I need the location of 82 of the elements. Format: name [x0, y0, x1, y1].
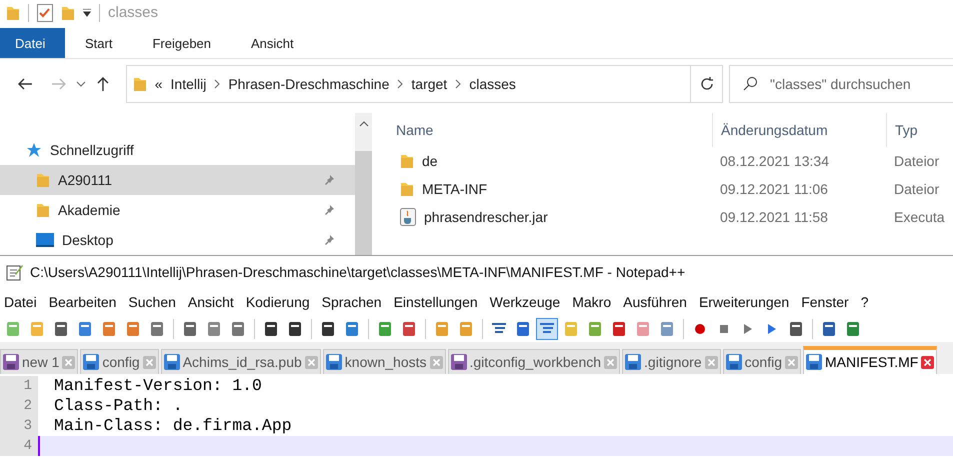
code-line: Manifest-Version: 1.0	[53, 376, 262, 396]
line-number: 2	[0, 396, 38, 416]
menu-item[interactable]: ?	[860, 294, 874, 310]
search-icon	[742, 76, 758, 92]
ribbon-tab[interactable]: Ansicht	[231, 28, 314, 58]
pin-icon[interactable]	[323, 204, 335, 216]
chevron-right-icon[interactable]	[397, 79, 404, 90]
indent-guide-icon[interactable]	[539, 322, 555, 336]
file-name[interactable]: phrasendrescher.jar	[424, 208, 548, 225]
document-tab[interactable]: new 1	[0, 349, 78, 374]
document-tab[interactable]: MANIFEST.MF	[802, 346, 938, 374]
back-icon[interactable]	[17, 77, 33, 92]
chevron-down-icon[interactable]	[76, 81, 86, 88]
menu-item[interactable]: Datei	[4, 294, 42, 310]
file-type: Dateior	[893, 152, 940, 169]
up-icon[interactable]	[94, 77, 111, 92]
sidebar-item[interactable]: Akademie	[0, 194, 355, 225]
menu-item[interactable]: Ansicht	[188, 294, 239, 310]
line-number: 3	[0, 416, 38, 436]
address-bar[interactable]: « Intellij Phrasen-Dreschmaschine target classes	[126, 65, 692, 104]
file-date: 08.12.2021 13:34	[719, 152, 830, 169]
menu-item[interactable]: Bearbeiten	[48, 294, 122, 310]
chevron-right-icon[interactable]	[214, 79, 220, 90]
word-wrap-icon[interactable]	[491, 322, 507, 336]
record-icon[interactable]	[693, 322, 707, 336]
java-file-icon	[400, 208, 416, 226]
dropdown-icon[interactable]	[83, 8, 91, 17]
menu-item[interactable]: Ausführen	[623, 294, 692, 310]
line-number: 1	[0, 376, 38, 396]
ribbon-tab[interactable]: Start	[65, 28, 132, 58]
file-date: 09.12.2021 11:58	[719, 208, 829, 225]
document-tab[interactable]: known_hosts	[322, 349, 446, 374]
sidebar-item[interactable]: A290111	[0, 164, 355, 195]
file-name[interactable]: META-INF	[422, 180, 488, 197]
menu-item[interactable]: Kodierung	[246, 294, 315, 310]
column-header[interactable]: Typ	[886, 112, 953, 147]
editor[interactable]: 1 Manifest-Version: 1.0 2 Class-Path: . 3 Main-Class: de.firma.App 4	[0, 374, 953, 462]
star-icon	[26, 142, 42, 158]
pin-icon[interactable]	[323, 174, 335, 186]
sidebar-header[interactable]: Schnellzugriff	[50, 142, 134, 158]
menu-item[interactable]: Makro	[572, 294, 616, 310]
breadcrumb[interactable]: Phrasen-Dreschmaschine	[228, 76, 390, 92]
breadcrumb[interactable]: target	[411, 76, 448, 92]
column-header[interactable]: Änderungsdatum	[712, 112, 886, 147]
document-tab[interactable]: .gitignore	[622, 349, 721, 374]
menu-item[interactable]: Werkzeuge	[490, 294, 566, 310]
chevron-up-icon[interactable]	[358, 120, 368, 127]
checklist-icon[interactable]	[37, 4, 53, 22]
code-line: Class-Path: .	[53, 396, 183, 416]
refresh-icon[interactable]	[698, 76, 715, 92]
code-line: Main-Class: de.firma.App	[53, 416, 292, 436]
sidebar-item[interactable]: Desktop	[0, 224, 355, 255]
notepad-icon	[6, 263, 24, 281]
file-type: Dateior	[893, 180, 940, 197]
file-date: 09.12.2021 11:06	[719, 180, 829, 197]
indent-guide-button[interactable]	[536, 318, 558, 340]
document-tab[interactable]: config	[80, 349, 159, 374]
menu-item[interactable]: Einstellungen	[394, 294, 483, 310]
document-tab[interactable]: Achims_id_rsa.pub	[160, 349, 321, 374]
menu-item[interactable]: Fenster	[801, 294, 854, 310]
scrollbar[interactable]	[355, 112, 372, 255]
file-name[interactable]: de	[422, 152, 438, 169]
refresh-button[interactable]	[691, 65, 723, 104]
document-tab[interactable]: config	[722, 349, 801, 374]
breadcrumb[interactable]: Intellij	[170, 76, 206, 92]
ribbon-tab[interactable]: Datei	[0, 28, 65, 58]
document-tab[interactable]: .gitconfig_workbench	[448, 349, 620, 374]
ribbon-tab[interactable]: Freigeben	[132, 28, 232, 58]
stop-icon[interactable]	[717, 322, 731, 336]
line-number: 4	[0, 436, 38, 456]
window-title: classes	[108, 4, 158, 22]
window-title: C:\Users\A290111\Intellij\Phrasen-Dreschmaschine\target\classes\META-INF\MANIFEST.MF - Notepad++	[30, 264, 686, 280]
menu-item[interactable]: Suchen	[128, 294, 181, 310]
overflow-chevron[interactable]: «	[154, 76, 163, 92]
pin-icon[interactable]	[323, 234, 335, 246]
menu-item[interactable]: Sprachen	[322, 294, 387, 310]
breadcrumb[interactable]: classes	[469, 76, 516, 92]
file-type: Executa	[893, 208, 946, 225]
menu-item[interactable]: Erweiterungen	[698, 294, 794, 310]
chevron-right-icon[interactable]	[455, 79, 462, 90]
column-header[interactable]: Name	[396, 112, 712, 147]
search-field[interactable]: "classes" durchsuchen	[728, 65, 953, 104]
